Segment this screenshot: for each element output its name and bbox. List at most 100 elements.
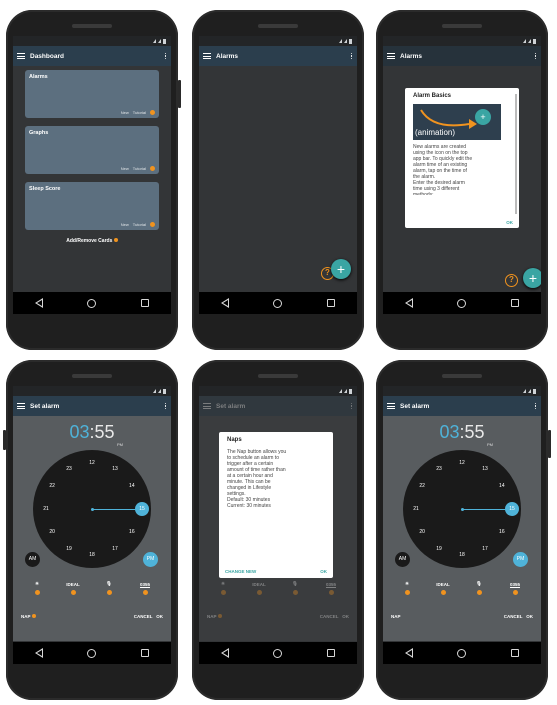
card-graphs[interactable]: Graphs New Tutorial	[25, 126, 159, 174]
overflow-menu-icon[interactable]	[350, 52, 353, 60]
ideal-option[interactable]: IDEAL	[61, 582, 85, 595]
clock-number[interactable]: 19	[64, 546, 74, 552]
pm-button[interactable]: PM	[143, 552, 158, 567]
clock-number[interactable]: 22	[47, 483, 57, 489]
menu-icon[interactable]	[17, 53, 25, 59]
recents-icon[interactable]	[140, 649, 149, 657]
back-icon[interactable]	[405, 298, 414, 308]
minute-display[interactable]: 55	[95, 422, 115, 442]
clock-dial[interactable]: 12 13 14 16 17 18 19 20 21 22 23 15	[403, 450, 521, 568]
menu-icon[interactable]	[387, 403, 395, 409]
menu-icon[interactable]	[17, 403, 25, 409]
clock-number[interactable]: 19	[434, 546, 444, 552]
cancel-button[interactable]: CANCEL	[134, 614, 153, 619]
ideal-option[interactable]: IDEAL	[431, 582, 455, 595]
clock-number[interactable]: 17	[110, 546, 120, 552]
ok-button[interactable]: OK	[506, 220, 513, 225]
home-icon[interactable]	[87, 648, 97, 658]
recents-icon[interactable]	[326, 649, 335, 657]
clock-number[interactable]: 13	[110, 466, 120, 472]
clock-number[interactable]: 16	[127, 529, 137, 535]
clock-number[interactable]: 17	[480, 546, 490, 552]
home-icon[interactable]	[273, 298, 283, 308]
ok-button[interactable]: OK	[156, 614, 163, 619]
clock-number[interactable]: 20	[47, 529, 57, 535]
card-sleep-score[interactable]: Sleep Score New Tutorial	[25, 182, 159, 230]
add-remove-cards-button[interactable]: Add/Remove Cards	[13, 238, 171, 244]
ok-button[interactable]: OK	[526, 614, 533, 619]
card-new-link[interactable]: New	[121, 166, 129, 171]
minute-display[interactable]: 55	[465, 422, 485, 442]
home-icon[interactable]	[87, 298, 97, 308]
menu-icon[interactable]	[203, 403, 211, 409]
ok-button[interactable]: OK	[320, 569, 327, 574]
home-icon[interactable]	[273, 648, 283, 658]
clock-number[interactable]: 20	[417, 529, 427, 535]
pm-button[interactable]: PM	[513, 552, 528, 567]
dialog-scrollbar[interactable]	[515, 94, 517, 214]
clock-number[interactable]: 16	[497, 529, 507, 535]
microphone-option[interactable]: 🎙	[97, 581, 121, 595]
menu-icon[interactable]	[203, 53, 211, 59]
earpiece	[442, 374, 482, 378]
recents-icon[interactable]	[510, 649, 519, 657]
help-icon[interactable]: ?	[505, 274, 518, 287]
time-option[interactable]: 0355	[503, 582, 527, 595]
clock-number[interactable]: 12	[457, 460, 467, 466]
overflow-menu-icon[interactable]	[534, 402, 537, 410]
menu-icon[interactable]	[387, 53, 395, 59]
clock-number[interactable]: 21	[41, 506, 51, 512]
clock-dial[interactable]: 12 13 14 16 17 18 19 20 21 22 23 15	[33, 450, 151, 568]
change-new-button[interactable]: CHANGE NEW	[225, 569, 256, 574]
am-button[interactable]: AM	[395, 552, 410, 567]
picker-footer: NAP CANCEL OK	[207, 614, 349, 619]
overflow-menu-icon[interactable]	[534, 52, 537, 60]
clock-number[interactable]: 12	[87, 460, 97, 466]
am-button[interactable]: AM	[25, 552, 40, 567]
selected-hour[interactable]: 15	[135, 502, 149, 516]
clock-number[interactable]: 14	[497, 483, 507, 489]
home-icon[interactable]	[457, 648, 467, 658]
recents-icon[interactable]	[326, 299, 335, 307]
clock-number[interactable]: 18	[87, 552, 97, 558]
card-new-link[interactable]: New	[121, 222, 129, 227]
time-option[interactable]: 0355	[133, 582, 157, 595]
weather-option[interactable]: ☀	[25, 581, 49, 595]
clock-number[interactable]: 18	[457, 552, 467, 558]
microphone-option[interactable]: 🎙	[467, 581, 491, 595]
clock-center	[90, 507, 94, 511]
back-icon[interactable]	[35, 648, 44, 658]
card-alarms[interactable]: Alarms New Tutorial	[25, 70, 159, 118]
add-alarm-button[interactable]: +	[331, 259, 351, 279]
back-icon[interactable]	[35, 298, 44, 308]
clock-number[interactable]: 23	[434, 466, 444, 472]
back-icon[interactable]	[221, 648, 230, 658]
overflow-menu-icon[interactable]	[350, 402, 353, 410]
selected-hour[interactable]: 15	[505, 502, 519, 516]
back-icon[interactable]	[221, 298, 230, 308]
clock-number[interactable]: 14	[127, 483, 137, 489]
add-alarm-button[interactable]: +	[523, 268, 541, 288]
cancel-button[interactable]: CANCEL	[504, 614, 523, 619]
card-tutorial-link[interactable]: Tutorial	[133, 166, 146, 171]
card-tutorial-link[interactable]: Tutorial	[133, 222, 146, 227]
back-icon[interactable]	[405, 648, 414, 658]
recents-icon[interactable]	[140, 299, 149, 307]
nav-bar	[383, 642, 541, 664]
weather-option[interactable]: ☀	[395, 581, 419, 595]
clock-number[interactable]: 22	[417, 483, 427, 489]
overflow-menu-icon[interactable]	[164, 52, 167, 60]
clock-number[interactable]: 13	[480, 466, 490, 472]
nap-button[interactable]: NAP	[21, 614, 36, 619]
card-tutorial-link[interactable]: Tutorial	[133, 110, 146, 115]
card-new-link[interactable]: New	[121, 110, 129, 115]
overflow-menu-icon[interactable]	[164, 402, 167, 410]
nap-dot-icon	[217, 614, 222, 618]
clock-number[interactable]: 21	[411, 506, 421, 512]
home-icon[interactable]	[457, 298, 467, 308]
clock-number[interactable]: 23	[64, 466, 74, 472]
hour-display[interactable]: 03	[439, 422, 459, 442]
hour-display[interactable]: 03	[69, 422, 89, 442]
nap-button[interactable]: NAP	[391, 614, 401, 619]
recents-icon[interactable]	[510, 299, 519, 307]
